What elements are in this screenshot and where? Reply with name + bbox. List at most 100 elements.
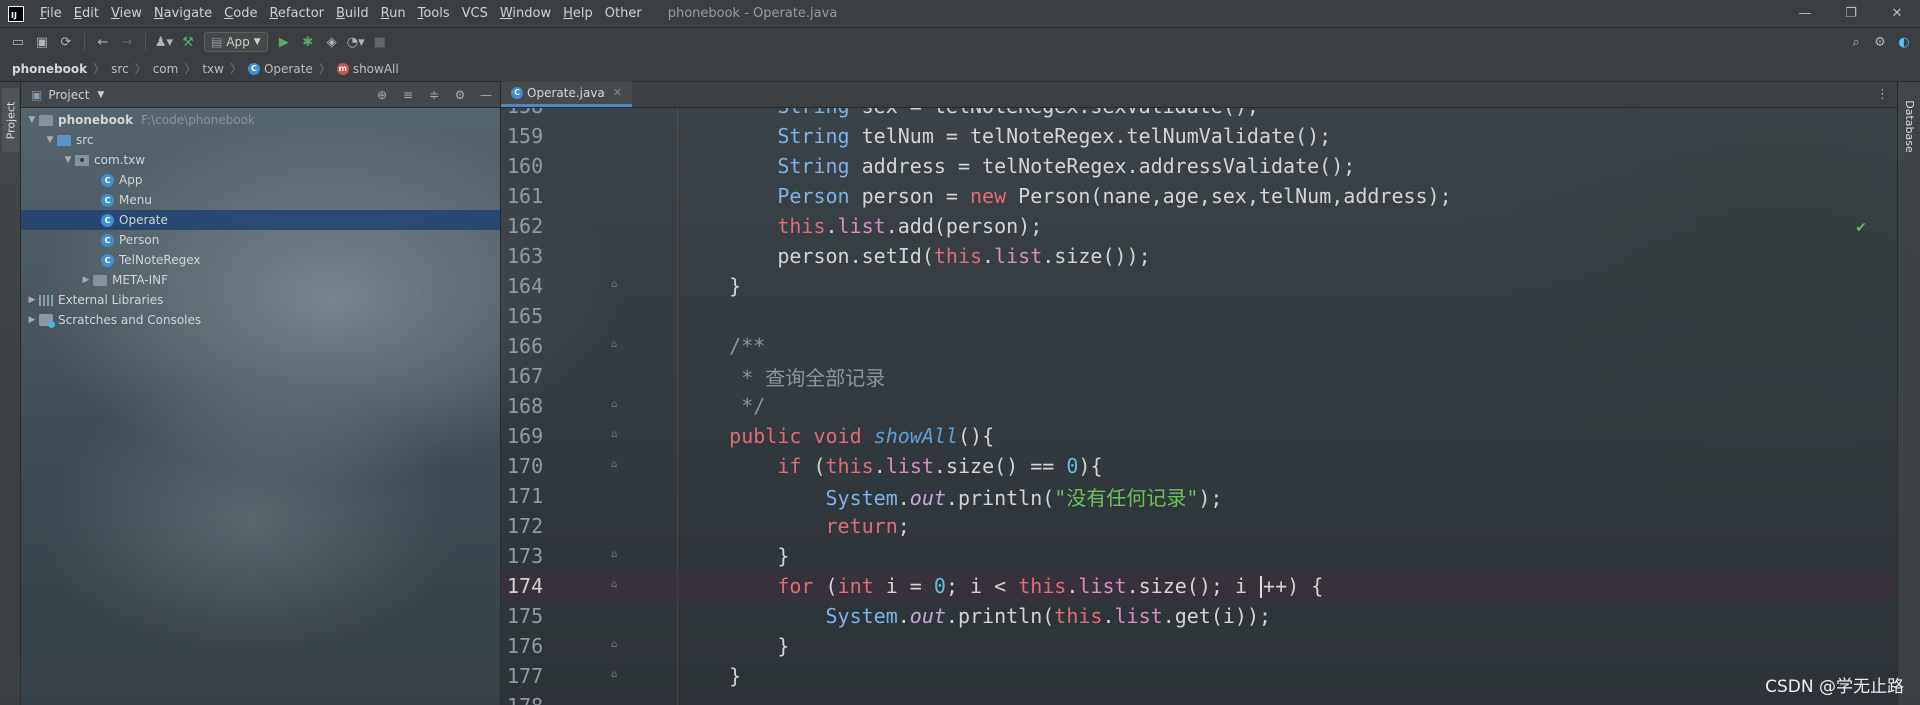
fold-marker-icon[interactable]: ⌂	[611, 549, 623, 563]
menu-item[interactable]: VCS	[456, 6, 494, 21]
database-tool-tab[interactable]: Database	[1901, 88, 1918, 164]
breadcrumb-src[interactable]: src	[111, 62, 129, 76]
code-line[interactable]: 166 ⌂ /**	[501, 331, 1897, 361]
code-line[interactable]: 176 ⌂ }	[501, 631, 1897, 661]
menu-item[interactable]: Build	[330, 6, 375, 21]
code-line[interactable]: 178	[501, 691, 1897, 705]
search-icon[interactable]: ⌕	[1844, 31, 1868, 53]
fold-marker-icon[interactable]: ⌂	[611, 339, 623, 353]
breadcrumb-class[interactable]: C Operate	[247, 62, 313, 76]
chevron-right-icon[interactable]: ▶	[79, 275, 93, 285]
profile-icon[interactable]: ◔▾	[344, 31, 368, 53]
save-all-icon[interactable]: ▣	[30, 31, 54, 53]
open-folder-icon[interactable]: ▭	[6, 31, 30, 53]
plugin-logo-icon[interactable]: ◐	[1892, 31, 1916, 53]
code-line[interactable]: 169 ⌂ public void showAll(){	[501, 421, 1897, 451]
panel-settings-gear-icon[interactable]: ⚙	[450, 88, 470, 102]
menu-item[interactable]: Code	[218, 6, 263, 21]
code-line[interactable]: 163 person.setId(this.list.size());	[501, 241, 1897, 271]
tree-item-src[interactable]: ▼ src	[21, 130, 500, 150]
menu-item[interactable]: File	[34, 6, 68, 21]
chevron-right-icon[interactable]: ▶	[25, 295, 39, 305]
settings-gear-icon[interactable]: ⚙	[1868, 31, 1892, 53]
code-line[interactable]: 160 String address = telNoteRegex.addres…	[501, 151, 1897, 181]
editor-tab-operate[interactable]: C Operate.java ✕	[501, 81, 632, 107]
breadcrumb-project[interactable]: phonebook	[12, 62, 87, 76]
restore-button[interactable]: ❐	[1828, 0, 1874, 28]
code-line[interactable]: 170 ⌂ if (this.list.size() == 0){	[501, 451, 1897, 481]
code-line[interactable]: 168 ⌂ */	[501, 391, 1897, 421]
locate-target-icon[interactable]: ⊕	[372, 88, 392, 102]
fold-marker-icon[interactable]: ⌂	[611, 279, 623, 293]
build-hammer-icon[interactable]: ⚒	[176, 31, 200, 53]
tree-item-class[interactable]: C Menu	[21, 190, 500, 210]
chevron-down-icon[interactable]: ▼	[97, 90, 104, 100]
tree-item-package[interactable]: ▼ com.txw	[21, 150, 500, 170]
run-with-coverage-icon[interactable]: ◈	[320, 31, 344, 53]
tree-item-scratches[interactable]: ▶ Scratches and Consoles	[21, 310, 500, 330]
close-window-button[interactable]: ✕	[1874, 0, 1920, 28]
breadcrumb-method[interactable]: m showAll	[336, 62, 399, 76]
tree-item-root[interactable]: ▼ phonebook F:\code\phonebook	[21, 110, 500, 130]
sync-icon[interactable]: ⟳	[54, 31, 78, 53]
tree-item-meta-inf[interactable]: ▶ META-INF	[21, 270, 500, 290]
chevron-down-icon[interactable]: ▼	[61, 155, 75, 165]
fold-marker-icon[interactable]: ⌂	[611, 669, 623, 683]
hide-panel-icon[interactable]: —	[476, 88, 496, 102]
chevron-right-icon[interactable]: ▶	[25, 315, 39, 325]
code-line[interactable]: 165	[501, 301, 1897, 331]
run-configuration-select[interactable]: ▤ App ▼	[204, 32, 268, 52]
more-options-icon[interactable]: ⋮	[1876, 87, 1897, 102]
folder-icon	[39, 114, 53, 126]
menu-item[interactable]: Other	[599, 6, 648, 21]
code-line[interactable]: 167 * 查询全部记录	[501, 361, 1897, 391]
back-arrow-icon[interactable]: ←	[91, 31, 115, 53]
collapse-all-icon[interactable]: ≑	[424, 88, 444, 102]
code-line[interactable]: 175 System.out.println(this.list.get(i))…	[501, 601, 1897, 631]
user-add-configuration-icon[interactable]: ♟▾	[152, 31, 176, 53]
run-play-icon[interactable]: ▶	[272, 31, 296, 53]
code-area[interactable]: 158 String sex = telNoteRegex.sexValidat…	[501, 108, 1897, 705]
code-line[interactable]: 172 return;	[501, 511, 1897, 541]
fold-marker-icon[interactable]: ⌂	[611, 399, 623, 413]
tree-item-class[interactable]: C Person	[21, 230, 500, 250]
fold-marker-icon[interactable]: ⌂	[611, 459, 623, 473]
project-tool-tab[interactable]: Project	[2, 88, 19, 152]
code-line[interactable]: 171 System.out.println("没有任何记录");	[501, 481, 1897, 511]
stop-icon[interactable]: ■	[368, 31, 392, 53]
breadcrumb-com[interactable]: com	[153, 62, 179, 76]
menu-item[interactable]: Edit	[68, 6, 105, 21]
fold-marker-icon[interactable]: ⌂	[611, 639, 623, 653]
code-line[interactable]: 174 ⌂ for (int i = 0; i < this.list.size(…	[501, 571, 1897, 601]
debug-bug-icon[interactable]: ✱	[296, 31, 320, 53]
tree-item-class-selected[interactable]: C Operate	[21, 210, 500, 230]
menu-item[interactable]: Navigate	[148, 6, 218, 21]
tree-item-external-libraries[interactable]: ▶ External Libraries	[21, 290, 500, 310]
close-tab-icon[interactable]: ✕	[613, 86, 622, 99]
chevron-down-icon[interactable]: ▼	[25, 115, 39, 125]
code-line[interactable]: 161 Person person = new Person(nane,age,…	[501, 181, 1897, 211]
menu-item[interactable]: Window	[494, 6, 557, 21]
breadcrumb-txw[interactable]: txw	[202, 62, 224, 76]
menu-item[interactable]: Run	[375, 6, 412, 21]
tree-item-class[interactable]: C App	[21, 170, 500, 190]
menu-item[interactable]: View	[105, 6, 148, 21]
expand-all-icon[interactable]: ≡	[398, 88, 418, 102]
no-problems-check-icon[interactable]: ✔	[1855, 220, 1867, 236]
menu-item[interactable]: Help	[557, 6, 599, 21]
menu-item[interactable]: Tools	[412, 6, 456, 21]
menu-item[interactable]: Refactor	[263, 6, 330, 21]
code-line[interactable]: 162 this.list.add(person);	[501, 211, 1897, 241]
code-line[interactable]: 158 String sex = telNoteRegex.sexValidat…	[501, 108, 1897, 121]
fold-marker-icon[interactable]: ⌂	[611, 429, 623, 443]
tree-item-class[interactable]: C TelNoteRegex	[21, 250, 500, 270]
code-line[interactable]: 173 ⌂ }	[501, 541, 1897, 571]
code-line[interactable]: 159 String telNum = telNoteRegex.telNumV…	[501, 121, 1897, 151]
code-line[interactable]: 164 ⌂ }	[501, 271, 1897, 301]
minimize-button[interactable]: —	[1782, 0, 1828, 28]
forward-arrow-icon[interactable]: →	[115, 31, 139, 53]
chevron-down-icon[interactable]: ▼	[43, 135, 57, 145]
code-line[interactable]: 177 ⌂ }	[501, 661, 1897, 691]
project-panel-title[interactable]: Project	[48, 88, 89, 102]
fold-marker-icon[interactable]: ⌂	[611, 579, 623, 593]
